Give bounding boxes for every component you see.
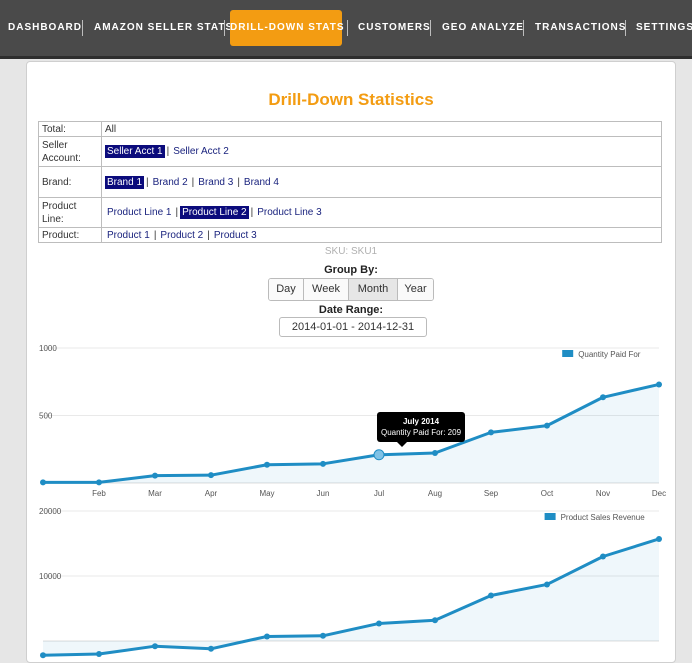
x-tick-label: Feb	[92, 489, 106, 498]
data-point	[488, 429, 494, 436]
brand-option-3[interactable]: Brand 3	[196, 176, 235, 189]
data-point	[656, 535, 662, 542]
y-tick-label: 10000	[39, 572, 62, 581]
chart-tooltip: July 2014 Quantity Paid For: 209	[377, 412, 465, 447]
group-by-year-button[interactable]: Year	[398, 279, 433, 300]
filter-total-value[interactable]: All	[101, 121, 662, 137]
data-point	[96, 651, 102, 657]
data-point	[544, 581, 550, 588]
main-panel: Drill-Down Statistics Total: All Seller …	[26, 61, 676, 663]
sku-label: SKU: SKU1	[324, 246, 378, 257]
x-tick-label: Mar	[148, 489, 162, 498]
y-tick-label: 500	[39, 412, 53, 421]
data-point	[656, 381, 662, 388]
data-point	[544, 422, 550, 429]
y-tick-label: 20000	[39, 507, 62, 516]
quantity-chart: 500 1000 Feb Mar Apr May Jun Jul Aug Sep Oct Nov Dec…	[39, 344, 666, 498]
product-line-option-1[interactable]: Product Line 1	[105, 206, 174, 219]
revenue-chart: 10000 20000 Product Sales Revenue	[39, 507, 662, 659]
seller-option-1[interactable]: Seller Acct 1	[105, 145, 165, 158]
x-tick-label: Jul	[374, 489, 384, 498]
data-point	[376, 620, 382, 627]
data-point	[208, 645, 214, 652]
legend-label: Quantity Paid For	[578, 350, 641, 359]
brand-option-1[interactable]: Brand 1	[105, 175, 145, 189]
group-by-label: Group By:	[324, 264, 378, 276]
product-option-1[interactable]: Product 1	[105, 229, 152, 242]
top-navbar: DASHBOARD AMAZON SELLER STATS DRILL-DOWN…	[0, 0, 692, 59]
x-tick-label: Apr	[205, 489, 218, 498]
option-separator: |	[207, 229, 210, 241]
filter-label-product: Product:	[38, 227, 102, 243]
product-line-option-3[interactable]: Product Line 3	[255, 206, 324, 219]
nav-geo-analyze[interactable]: GEO ANALYZE	[442, 10, 524, 46]
x-tick-label: May	[259, 489, 274, 498]
group-by-day-button[interactable]: Day	[269, 279, 304, 300]
y-tick-label: 1000	[39, 344, 57, 353]
data-point	[488, 592, 494, 599]
legend-label: Product Sales Revenue	[561, 513, 646, 522]
data-point	[320, 632, 326, 639]
seller-option-2[interactable]: Seller Acct 2	[171, 145, 231, 158]
group-by-month-button[interactable]: Month	[349, 279, 398, 300]
date-range-label: Date Range:	[318, 304, 384, 316]
x-tick-label: Dec	[652, 489, 666, 498]
data-point	[152, 643, 158, 650]
filter-label-product-line: Product Line:	[38, 197, 102, 228]
option-separator: |	[237, 176, 240, 188]
brand-option-4[interactable]: Brand 4	[242, 176, 281, 189]
filter-label-total: Total:	[38, 121, 102, 137]
group-by-buttons: Day Week Month Year	[268, 278, 434, 301]
filter-label-brand: Brand:	[38, 166, 102, 198]
brand-option-2[interactable]: Brand 2	[151, 176, 190, 189]
x-tick-label: Sep	[484, 489, 499, 498]
highlighted-data-point	[373, 449, 385, 461]
nav-dashboard[interactable]: DASHBOARD	[8, 10, 82, 46]
legend-swatch	[544, 513, 556, 520]
data-point	[96, 479, 102, 486]
nav-separator	[224, 20, 225, 36]
filter-table: Total: All Seller Account: Seller Acct 1…	[38, 121, 662, 243]
filter-label-seller: Seller Account:	[38, 136, 102, 167]
nav-drill-down-stats[interactable]: DRILL-DOWN STATS	[230, 10, 344, 46]
nav-amazon-seller-stats[interactable]: AMAZON SELLER STATS	[94, 10, 233, 46]
tooltip-body: Quantity Paid For: 209	[380, 428, 462, 437]
data-point	[40, 479, 46, 486]
x-tick-label: Oct	[541, 489, 554, 498]
nav-customers[interactable]: CUSTOMERS	[358, 10, 431, 46]
group-by-week-button[interactable]: Week	[304, 279, 349, 300]
data-point	[40, 652, 46, 659]
data-point	[432, 617, 438, 624]
product-line-option-2[interactable]: Product Line 2	[180, 206, 249, 219]
data-point	[264, 633, 270, 640]
option-separator: |	[146, 176, 149, 188]
data-point	[208, 472, 214, 479]
date-range-input[interactable]: 2014-01-01 - 2014-12-31	[279, 317, 427, 337]
x-tick-label: Aug	[428, 489, 442, 498]
data-point	[600, 553, 606, 560]
data-point	[264, 461, 270, 468]
product-option-2[interactable]: Product 2	[158, 229, 205, 242]
nav-settings[interactable]: SETTINGS	[636, 10, 692, 46]
nav-separator	[347, 20, 348, 36]
x-tick-label: Jun	[317, 489, 330, 498]
nav-transactions[interactable]: TRANSACTIONS	[535, 10, 626, 46]
nav-separator	[625, 20, 626, 36]
nav-separator	[523, 20, 524, 36]
data-point	[152, 472, 158, 479]
data-point	[320, 460, 326, 467]
data-point	[432, 450, 438, 457]
product-option-3[interactable]: Product 3	[212, 229, 259, 242]
page-title: Drill-Down Statistics	[268, 90, 434, 109]
tooltip-title: July 2014	[402, 417, 440, 426]
data-point	[600, 394, 606, 401]
x-tick-label: Nov	[596, 489, 610, 498]
legend-swatch	[562, 350, 574, 357]
nav-separator	[82, 20, 83, 36]
nav-separator	[430, 20, 431, 36]
